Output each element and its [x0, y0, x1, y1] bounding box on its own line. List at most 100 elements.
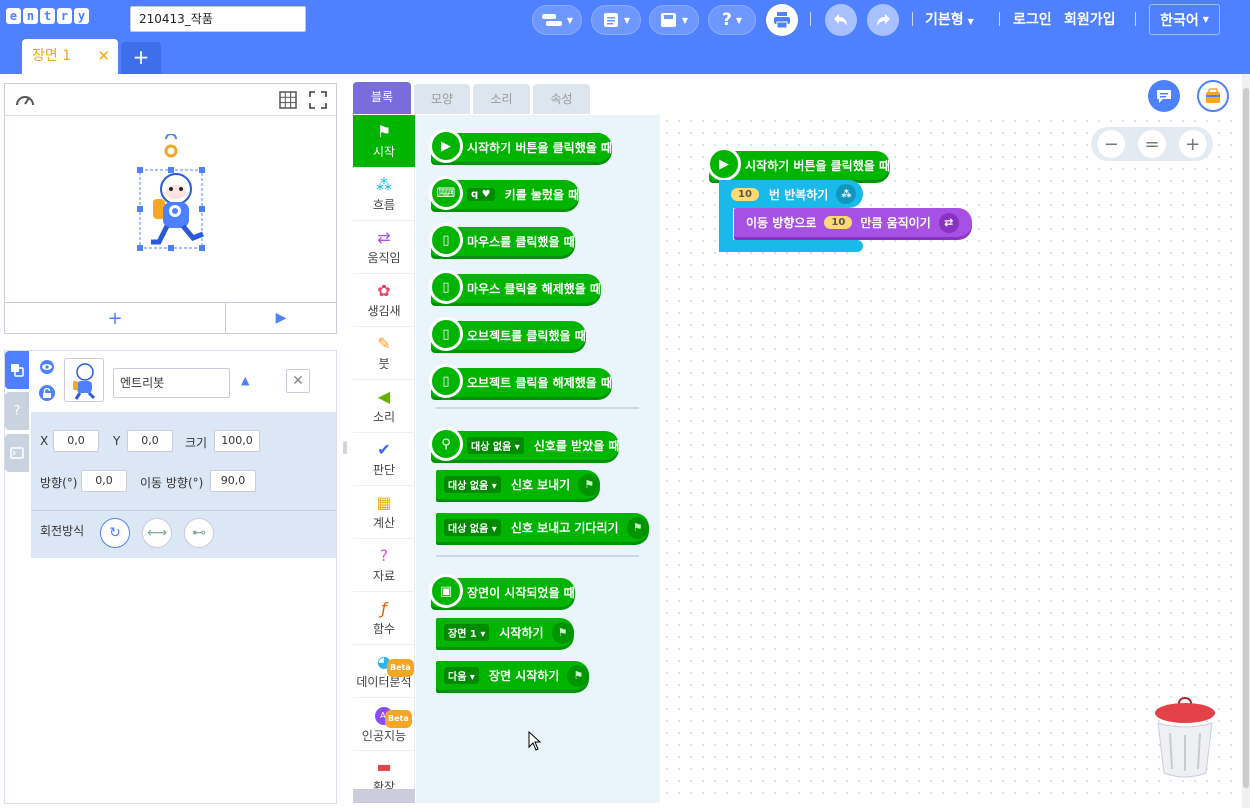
scene-tab[interactable]: 장면 1 ✕ [22, 39, 118, 74]
backpack-button[interactable] [1197, 80, 1229, 112]
block-label: 시작하기 버튼을 클릭했을 때 [467, 141, 613, 155]
x-input[interactable]: 0,0 [53, 430, 99, 452]
flag-icon: ⚑ [626, 516, 649, 539]
scrollbar-thumb[interactable] [1243, 88, 1249, 788]
signal-dropdown[interactable]: 대상 없음 ▾ [444, 476, 501, 493]
direction-input[interactable]: 0,0 [81, 470, 127, 492]
object-item[interactable]: 엔트리봇 ▲ ✕ [31, 351, 336, 412]
entry-logo[interactable]: e n t r y [6, 8, 89, 24]
send-signal-block[interactable]: 대상 없음 ▾ 신호 보내기 ⚑ [436, 470, 601, 499]
signal-dropdown[interactable]: 대상 없음 ▾ [467, 437, 524, 454]
signup-link[interactable]: 회원가입 [1064, 9, 1116, 29]
start-next-scene-block[interactable]: 다음 ▾ 장면 시작하기 ⚑ [436, 661, 590, 690]
save-menu-button[interactable]: ▼ [649, 5, 699, 35]
speed-gauge-icon[interactable] [15, 91, 35, 109]
block-label: 이동 방향으로 [746, 216, 817, 230]
mode-menu[interactable]: 기본형 ▼ [925, 9, 974, 29]
visibility-eye-icon[interactable] [38, 360, 56, 374]
redo-button[interactable] [867, 4, 899, 36]
rotate-horizontal-button[interactable]: ⟷ [142, 518, 172, 548]
print-button[interactable] [766, 4, 798, 36]
signal-dropdown[interactable]: 대상 없음 ▾ [444, 519, 501, 536]
help-menu-button[interactable]: ? ▼ [708, 5, 756, 35]
objects-icon [11, 364, 24, 377]
antenna-icon: ⚲ [429, 427, 463, 461]
help-tab[interactable]: ? [5, 392, 29, 430]
category-data-analysis[interactable]: ◕ Beta 데이터분석 [353, 645, 415, 698]
rotate-free-button[interactable]: ↻ [100, 518, 130, 548]
delete-object-button[interactable]: ✕ [286, 369, 310, 393]
category-label: 자료 [372, 568, 396, 583]
top-bar: e n t r y 210413_작품 ▼ ▼ ▼ ? ▼ 기본형 ▼ 로그인 회원… [0, 0, 1250, 74]
template-menu-button[interactable]: ▼ [532, 5, 582, 35]
add-object-button[interactable]: + [5, 303, 226, 333]
category-move[interactable]: ⇄ 움직임 [353, 221, 415, 274]
tab-blocks[interactable]: 블록 [353, 82, 411, 114]
when-object-released-block[interactable]: ▯ 오브젝트 클릭을 해제했을 때 [429, 364, 613, 398]
project-name-input[interactable]: 210413_작품 [130, 6, 306, 32]
category-judgement[interactable]: ✔ 판단 [353, 433, 415, 486]
category-sound[interactable]: ◀ 소리 [353, 380, 415, 433]
trash-can-icon[interactable] [1154, 693, 1216, 779]
move-direction-block[interactable]: 이동 방향으로 10 만큼 움직이기 ⇄ [734, 208, 972, 237]
category-data[interactable]: ? 자료 [353, 539, 415, 592]
file-menu-button[interactable]: ▼ [591, 5, 641, 35]
repeat-count-input[interactable]: 10 [731, 187, 759, 201]
category-flow[interactable]: ⁂ 흐름 [353, 168, 415, 221]
lock-icon[interactable] [38, 385, 56, 401]
when-key-pressed-block[interactable]: ⌨ q ♥ 키를 눌렀을 때 [429, 176, 580, 210]
panel-resize-handle[interactable]: ‖ [342, 440, 348, 454]
category-start[interactable]: ⚑ 시작 [353, 115, 415, 168]
category-calc[interactable]: ▦ 계산 [353, 486, 415, 539]
when-start-clicked-block[interactable]: ▶ 시작하기 버튼을 클릭했을 때 [429, 129, 613, 163]
login-link[interactable]: 로그인 [1013, 9, 1052, 29]
language-select[interactable]: 한국어 ▼ [1149, 4, 1220, 35]
when-object-clicked-block[interactable]: ▯ 오브젝트를 클릭했을 때 [429, 317, 586, 351]
when-scene-starts-block[interactable]: ▣ 장면이 시작되었을 때 [429, 574, 575, 608]
send-signal-wait-block[interactable]: 대상 없음 ▾ 신호 보내고 기다리기 ⚑ [436, 513, 649, 542]
when-mouse-clicked-block[interactable]: ▯ 마우스를 클릭했을 때 [429, 223, 575, 257]
function-icon: ƒ [381, 598, 387, 618]
data-icon: ? [379, 545, 389, 565]
y-input[interactable]: 0,0 [127, 430, 173, 452]
category-label: 소리 [372, 409, 396, 424]
size-input[interactable]: 100,0 [214, 430, 260, 452]
no-rotate-icon: ⊷ [192, 525, 206, 541]
scene-dropdown[interactable]: 장면 1 ▾ [444, 624, 490, 641]
logo-letter: t [40, 8, 55, 24]
key-dropdown[interactable]: q ♥ [467, 188, 495, 201]
object-name-input[interactable]: 엔트리봇 [113, 368, 230, 398]
category-brush[interactable]: ✎ 붓 [353, 327, 415, 380]
move-direction-input[interactable]: 90,0 [210, 470, 256, 492]
console-tab[interactable] [5, 434, 29, 472]
fullscreen-icon[interactable] [309, 91, 327, 109]
add-scene-button[interactable]: + [121, 42, 161, 74]
stage-panel: + ▶ [4, 83, 337, 334]
category-ai[interactable]: AI Beta 인공지능 [353, 698, 415, 751]
tab-properties[interactable]: 속성 [533, 84, 590, 114]
objects-tab[interactable] [5, 351, 29, 389]
collapse-arrow-icon[interactable]: ▲ [241, 374, 249, 387]
comment-button[interactable] [1148, 80, 1180, 112]
tab-sounds[interactable]: 소리 [473, 84, 530, 114]
when-signal-received-block[interactable]: ⚲ 대상 없음 ▾ 신호를 받았을 때 [429, 427, 620, 461]
scene-order-dropdown[interactable]: 다음 ▾ [444, 667, 479, 684]
undo-button[interactable] [825, 4, 857, 36]
start-scene-block[interactable]: 장면 1 ▾ 시작하기 ⚑ [436, 618, 574, 647]
run-button[interactable]: ▶ [226, 303, 336, 333]
move-amount-input[interactable]: 10 [824, 216, 853, 229]
page-scrollbar[interactable] [1242, 74, 1250, 808]
when-mouse-released-block[interactable]: ▯ 마우스 클릭을 해제했을 때 [429, 270, 601, 304]
script-start-block[interactable]: ▶ 시작하기 버튼을 클릭했을 때 [707, 147, 891, 181]
tab-shapes[interactable]: 모양 [414, 84, 470, 114]
zoom-out-button[interactable]: − [1097, 130, 1126, 158]
grid-icon[interactable] [279, 91, 297, 109]
rotate-none-button[interactable]: ⊷ [184, 518, 214, 548]
close-icon[interactable]: ✕ [97, 39, 110, 73]
category-function[interactable]: ƒ 함수 [353, 592, 415, 645]
zoom-in-button[interactable]: + [1178, 130, 1207, 158]
zoom-reset-button[interactable]: = [1137, 130, 1166, 158]
entrybot-sprite[interactable] [133, 134, 209, 256]
redo-icon [877, 14, 890, 26]
category-looks[interactable]: ✿ 생김새 [353, 274, 415, 327]
